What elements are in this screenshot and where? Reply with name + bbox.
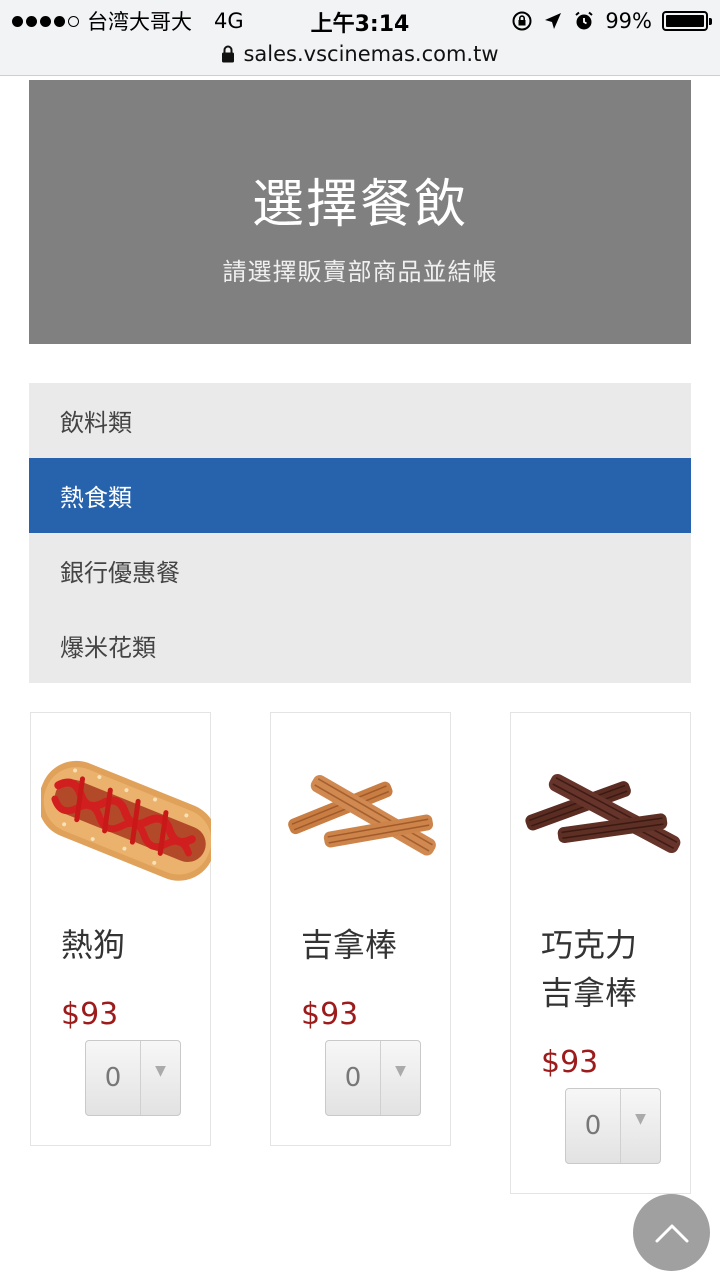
lock-icon [222, 45, 235, 63]
chevron-up-icon [655, 1224, 688, 1242]
address-bar[interactable]: sales.vscinemas.com.tw [0, 38, 720, 70]
hero-banner: 選擇餐飲 請選擇販賣部商品並結帳 [29, 80, 691, 344]
chevron-down-icon: ▼ [395, 1063, 406, 1079]
category-hot-food[interactable]: 熱食類 [29, 458, 691, 533]
category-menu: 飲料類 熱食類 銀行優惠餐 爆米花類 [29, 383, 691, 683]
category-bank-combo[interactable]: 銀行優惠餐 [29, 533, 691, 608]
url-text[interactable]: sales.vscinemas.com.tw [243, 42, 498, 66]
product-name-line-1: 巧克力 [541, 926, 638, 964]
location-arrow-icon [545, 13, 562, 29]
quantity-value: 0 [566, 1089, 621, 1163]
product-card-hotdog: 熱狗 $93 0 ▼ [30, 712, 211, 1146]
quantity-value: 0 [86, 1041, 141, 1115]
quantity-select[interactable]: 0 ▼ [565, 1088, 661, 1164]
battery-fill [666, 15, 704, 27]
network-type: 4G [214, 9, 244, 33]
product-price: $93 [61, 997, 119, 1032]
quantity-value: 0 [326, 1041, 381, 1115]
quantity-select[interactable]: 0 ▼ [85, 1040, 181, 1116]
rotation-lock-icon [512, 11, 532, 31]
scroll-to-top-button[interactable] [633, 1194, 710, 1271]
hotdog-icon [41, 760, 211, 881]
product-name: 熱狗 [61, 926, 126, 964]
product-card-chocolate-churro: 巧克力 吉拿棒 $93 0 ▼ [510, 712, 691, 1194]
product-card-churro: 吉拿棒 $93 0 ▼ [270, 712, 451, 1146]
status-left: 台湾大哥大 4G [12, 6, 244, 36]
quantity-select[interactable]: 0 ▼ [325, 1040, 421, 1116]
product-name-line-2: 吉拿棒 [541, 974, 638, 1012]
page-subtitle: 請選擇販賣部商品並結帳 [222, 258, 498, 286]
alarm-icon [575, 11, 593, 30]
page-title: 選擇餐飲 [251, 175, 468, 235]
battery-icon [662, 11, 712, 31]
chevron-down-icon: ▼ [155, 1063, 166, 1079]
product-price: $93 [541, 1045, 599, 1080]
battery-percent: 99% [605, 9, 652, 33]
product-name: 吉拿棒 [301, 926, 398, 964]
product-name: 巧克力 吉拿棒 [541, 921, 637, 1017]
category-beverages[interactable]: 飲料類 [29, 383, 691, 458]
signal-strength-icon [12, 15, 79, 27]
chocolate-churro-icon [525, 774, 681, 854]
churro-icon [288, 775, 436, 856]
status-right: 99% [511, 6, 712, 36]
chevron-down-icon: ▼ [635, 1111, 646, 1127]
product-price: $93 [301, 997, 359, 1032]
category-popcorn[interactable]: 爆米花類 [29, 608, 691, 683]
carrier-name: 台湾大哥大 [87, 10, 192, 34]
status-bar: 台湾大哥大 4G 上午3:14 99% sales.vscinemas.com.… [0, 0, 720, 76]
